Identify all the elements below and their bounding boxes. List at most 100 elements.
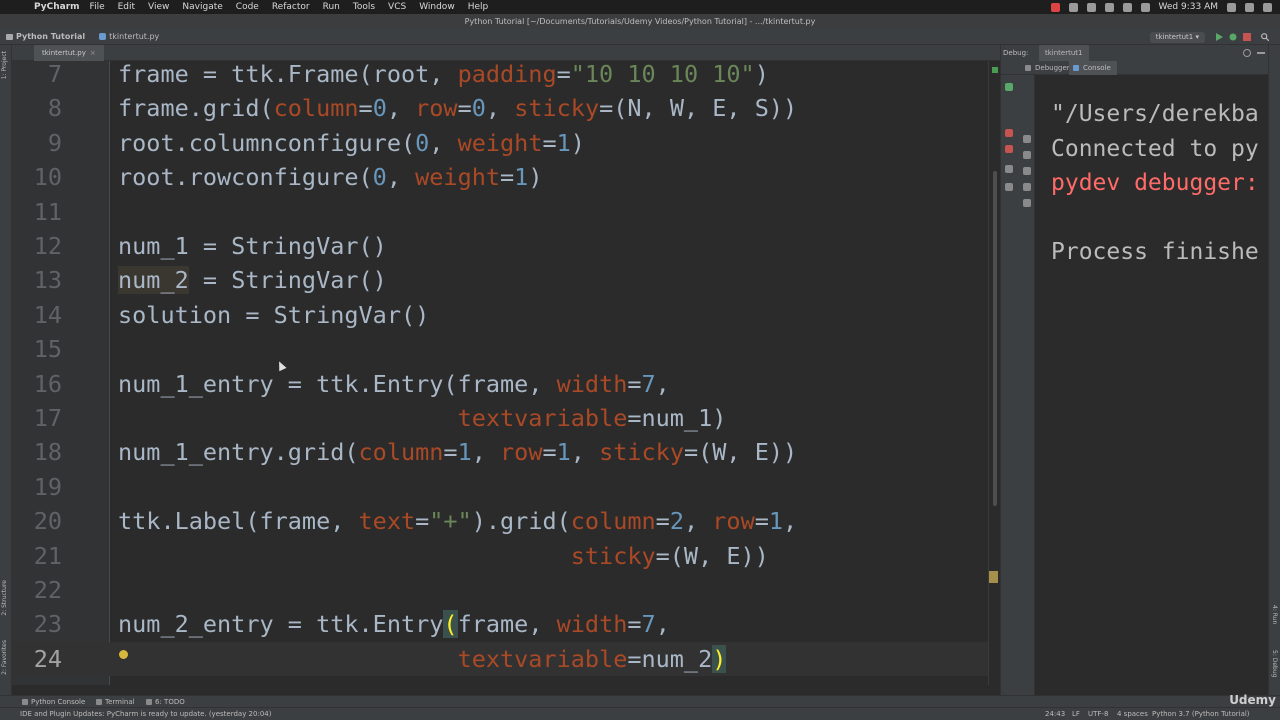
code-line[interactable]: 11 <box>12 195 992 229</box>
code-line[interactable]: 23 num_2_entry = ttk.Entry(frame, width=7… <box>12 607 992 641</box>
screen-icon[interactable] <box>1068 2 1078 12</box>
settings-icon[interactable] <box>1005 165 1013 173</box>
code-token: , <box>471 438 501 467</box>
code-token: , <box>386 163 416 192</box>
app-menu-pycharm[interactable]: PyCharm <box>34 2 80 12</box>
code-line[interactable]: 8 frame.grid(column=0, row=0, sticky=(N, … <box>12 91 992 125</box>
menu-run[interactable]: Run <box>323 2 340 12</box>
python-interpreter[interactable]: Python 3.7 (Python Tutorial) <box>1152 708 1250 720</box>
pin-icon[interactable] <box>1005 183 1013 191</box>
code-editor[interactable]: 7 frame = ttk.Frame(root, padding="10 10 … <box>12 60 1000 685</box>
code-token: ) <box>570 128 585 157</box>
code-token: ) <box>712 644 727 673</box>
view-breakpoints-icon[interactable] <box>1005 145 1013 153</box>
menu-refactor[interactable]: Refactor <box>272 2 310 12</box>
user-icon[interactable] <box>1245 2 1254 12</box>
code-line[interactable]: 14 solution = StringVar() <box>12 298 992 332</box>
code-line[interactable]: 22 <box>12 573 992 607</box>
wifi-icon[interactable] <box>1122 2 1132 12</box>
code-token: =num_1) <box>627 404 727 432</box>
favorites-tool-button[interactable]: 2: Favorites <box>1 640 8 675</box>
airplay-icon[interactable] <box>1104 2 1114 12</box>
run-icon[interactable] <box>1215 33 1223 41</box>
gear-icon[interactable] <box>1243 49 1251 57</box>
inspection-ok-icon[interactable] <box>992 67 998 73</box>
menu-window[interactable]: Window <box>419 2 455 12</box>
menu-file[interactable]: File <box>90 2 105 12</box>
code-line[interactable]: 18 num_1_entry.grid(column=1, row=1, stic… <box>12 435 992 469</box>
menu-tools[interactable]: Tools <box>353 2 375 12</box>
code-token: num_1_entry.grid( <box>118 438 359 467</box>
code-line[interactable]: 13 num_2 = StringVar() <box>12 263 992 297</box>
menu-edit[interactable]: Edit <box>118 2 135 12</box>
indent-setting[interactable]: 4 spaces <box>1117 708 1148 720</box>
editor-scrollbar[interactable] <box>988 61 1000 685</box>
step-over-icon[interactable] <box>1023 135 1031 143</box>
search-everywhere-icon[interactable] <box>1261 33 1269 41</box>
notification-center-icon[interactable] <box>1263 2 1272 12</box>
code-line[interactable]: 24 textvariable=num_2) <box>12 641 992 676</box>
code-line[interactable]: 20 ttk.Label(frame, text="+").grid(column… <box>12 504 992 538</box>
run-configuration-select[interactable]: tkintertut1 ▾ <box>1149 32 1205 43</box>
code-line[interactable]: 21 sticky=(W, E)) <box>12 539 992 573</box>
step-into-icon[interactable] <box>1023 151 1031 159</box>
structure-tool-button[interactable]: 2: Structure <box>1 580 8 616</box>
code-token: "10 10 10 10" <box>570 60 755 88</box>
caret-position[interactable]: 24:43 <box>1045 708 1065 720</box>
debug-tool-button[interactable]: 5: Debug <box>1271 650 1278 677</box>
recording-icon[interactable] <box>1050 2 1060 12</box>
debug-icon[interactable] <box>1229 33 1237 41</box>
menu-navigate[interactable]: Navigate <box>182 2 222 12</box>
sync-icon[interactable] <box>1086 2 1096 12</box>
code-line[interactable]: 12 num_1 = StringVar() <box>12 229 992 263</box>
file-encoding[interactable]: UTF-8 <box>1088 708 1108 720</box>
debug-session-tab[interactable]: tkintertut1 <box>1039 45 1089 61</box>
code-line[interactable]: 9 root.columnconfigure(0, weight=1) <box>12 126 992 160</box>
menu-help[interactable]: Help <box>468 2 489 12</box>
spotlight-search-icon[interactable] <box>1227 2 1236 12</box>
breadcrumb-file[interactable]: tkintertut.py <box>99 32 159 41</box>
code-token: , <box>683 507 713 536</box>
console-icon <box>1073 65 1079 71</box>
code-line[interactable]: 17 textvariable=num_1) <box>12 401 992 435</box>
code-line[interactable]: 16 num_1_entry = ttk.Entry(frame, width=7… <box>12 367 992 401</box>
breadcrumb-project[interactable]: Python Tutorial <box>6 32 85 41</box>
warning-marker[interactable] <box>989 571 998 583</box>
code-token: , <box>655 610 670 639</box>
lightbulb-icon[interactable] <box>119 650 128 659</box>
volume-icon[interactable] <box>1140 2 1150 12</box>
code-token: width <box>556 369 628 398</box>
code-token: text <box>358 507 416 536</box>
line-separator[interactable]: LF <box>1072 708 1080 720</box>
terminal-icon <box>96 699 102 705</box>
step-out-icon[interactable] <box>1023 167 1031 175</box>
code-token: row <box>500 438 543 467</box>
code-text: textvariable=num_1) <box>118 401 727 435</box>
console-output[interactable]: "/Users/derekba Connected to py pydev debu… <box>1035 75 1269 695</box>
scrollbar-thumb[interactable] <box>993 171 997 506</box>
code-line[interactable]: 10 root.rowconfigure(0, weight=1) <box>12 160 992 194</box>
menu-vcs[interactable]: VCS <box>388 2 406 12</box>
left-tool-strip: 1: Project 2: Structure 2: Favorites <box>0 45 12 695</box>
code-text: frame = ttk.Frame(root, padding="10 10 1… <box>118 57 769 91</box>
code-token: ( <box>443 610 458 639</box>
print-icon[interactable] <box>1023 183 1031 191</box>
run-tool-button[interactable]: 4: Run <box>1271 605 1278 624</box>
status-message[interactable]: IDE and Plugin Updates: PyCharm is ready… <box>20 708 271 720</box>
tab-debugger[interactable]: Debugger <box>1021 61 1076 75</box>
resume-icon[interactable] <box>1005 83 1013 91</box>
stop-icon[interactable] <box>1005 129 1013 137</box>
clock[interactable]: Wed 9:33 AM <box>1159 2 1218 12</box>
stop-icon[interactable] <box>1243 33 1251 41</box>
code-line[interactable]: 15 <box>12 332 992 366</box>
menu-view[interactable]: View <box>148 2 169 12</box>
code-line[interactable]: 19 <box>12 470 992 504</box>
menu-code[interactable]: Code <box>236 2 259 12</box>
code-text: num_1 = StringVar() <box>118 229 387 263</box>
project-tool-button[interactable]: 1: Project <box>1 51 8 79</box>
code-token: = <box>556 60 571 88</box>
code-line[interactable]: 7 frame = ttk.Frame(root, padding="10 10 … <box>12 57 992 91</box>
hide-icon[interactable] <box>1257 52 1265 54</box>
tab-console[interactable]: Console <box>1069 61 1117 75</box>
trash-icon[interactable] <box>1023 199 1031 207</box>
